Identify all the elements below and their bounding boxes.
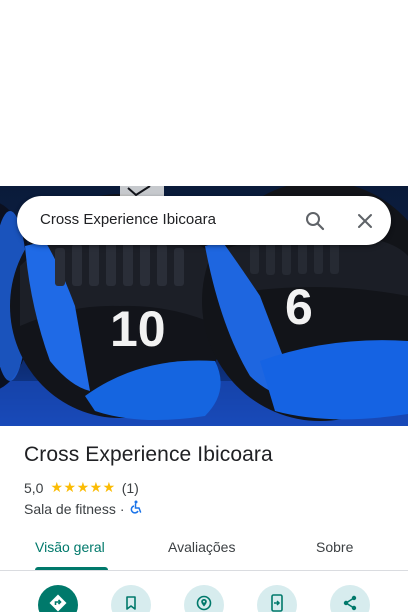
tab-reviews[interactable]: Avaliações [168, 539, 235, 555]
search-icon[interactable] [302, 208, 328, 234]
rating-row[interactable]: 5,0 ★★★★★ (1) [24, 479, 139, 496]
share-icon [341, 594, 359, 612]
directions-icon [49, 594, 67, 612]
send-to-phone-icon [270, 593, 284, 612]
place-header: Cross Experience Ibicoara [24, 443, 273, 467]
save-button[interactable] [111, 585, 151, 612]
directions-button[interactable] [38, 585, 78, 612]
nearby-icon [195, 594, 213, 612]
review-count[interactable]: (1) [122, 480, 139, 496]
ball-number-10: 10 [110, 301, 166, 357]
active-tab-indicator [35, 567, 108, 570]
rating-value: 5,0 [24, 479, 44, 496]
nearby-button[interactable] [184, 585, 224, 612]
place-category: Sala de fitness [24, 500, 116, 517]
place-tabs: Visão geral Avaliações Sobre [0, 530, 408, 571]
ball-number-6: 6 [285, 279, 313, 335]
place-title: Cross Experience Ibicoara [24, 443, 273, 466]
rating-stars: ★★★★★ [50, 479, 116, 495]
separator-dot: · [119, 500, 125, 517]
close-icon[interactable] [352, 208, 378, 234]
tab-about[interactable]: Sobre [316, 539, 353, 555]
send-to-phone-button[interactable] [257, 585, 297, 612]
search-bar[interactable]: Cross Experience Ibicoara [17, 196, 391, 245]
share-button[interactable] [330, 585, 370, 612]
search-query[interactable]: Cross Experience Ibicoara [40, 211, 216, 228]
category-row: Sala de fitness · [24, 500, 143, 517]
action-buttons [0, 585, 408, 612]
tab-overview[interactable]: Visão geral [35, 539, 105, 555]
bookmark-icon [124, 595, 138, 612]
wheelchair-icon [129, 500, 143, 517]
